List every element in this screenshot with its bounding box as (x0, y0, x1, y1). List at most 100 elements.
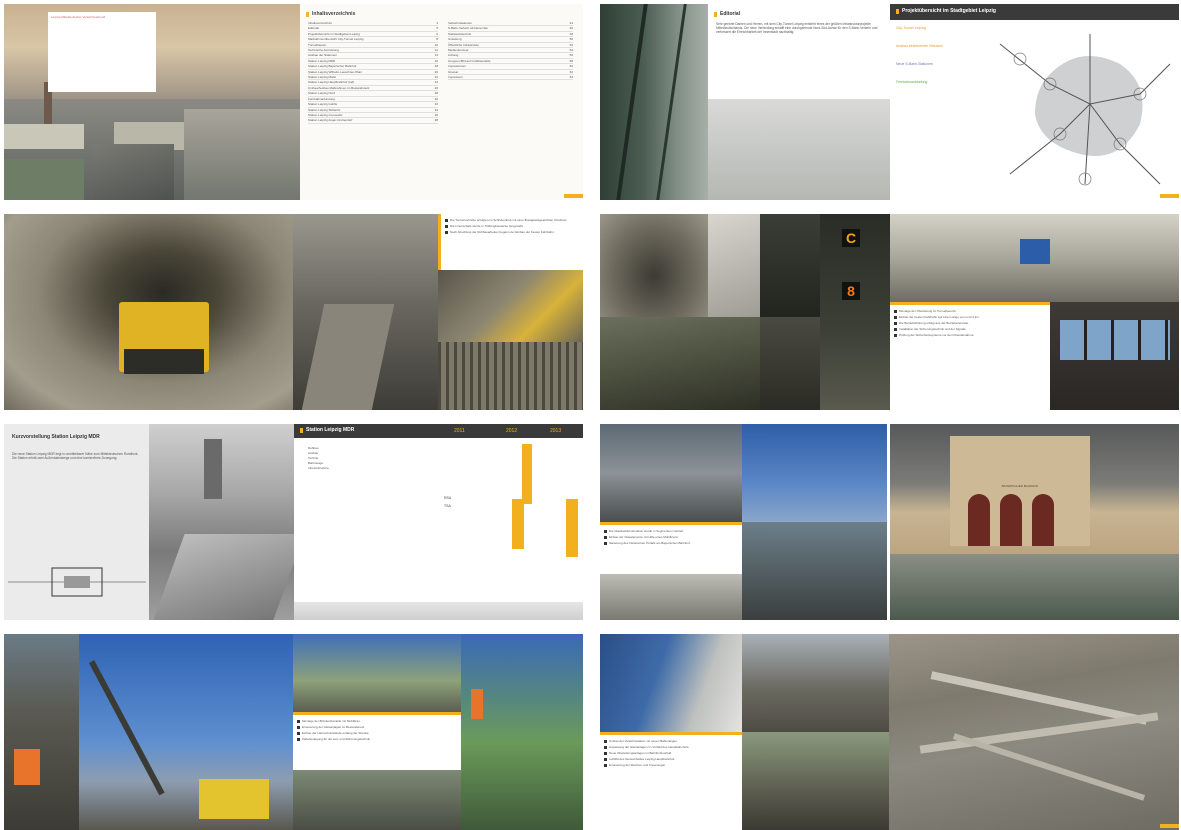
spread-bayerischer-bahnhof: Die Glasdachkonstruktion wurde in Segmen… (600, 424, 1179, 620)
legend-item: Neue S-Bahn-Stationen (896, 62, 933, 66)
yellow-formwork-photo (438, 270, 583, 342)
platform-photo (708, 99, 890, 200)
projekt-page: Projektübersicht im Stadtgebiet Leipzig … (890, 4, 1179, 200)
portal-inscription: BAYERISCHER BAHNHOF (1001, 484, 1039, 488)
crane-photo (79, 634, 293, 830)
timeline-bar (566, 499, 578, 557)
spread-station-mdr: Kurzvorstellung Station Leipzig MDR Die … (4, 424, 583, 620)
leipzig-city-aerial-photo: Leipzig Mitteldeutscher Verkehrsverbund (4, 4, 300, 200)
track-band (930, 671, 1148, 725)
toc-row[interactable]: Station Leipzig Anger-Crottendorf 38 (308, 118, 438, 124)
rail-yard-photo (742, 634, 889, 732)
spread-signal-technology: C 8 Montage der Oberleitung im Tunnelber… (600, 214, 1179, 410)
toc-left-column: Inhaltsverzeichnis 3 Editorial 5 Projektüb… (308, 21, 438, 124)
text-panel: Montage der Oberleitung im Tunnelbereich… (890, 302, 1050, 410)
bullet-item: Erneuerung der Weichen und Kreuzungen. (604, 763, 738, 767)
rail-tracks-photo (293, 770, 461, 830)
worker-vest (14, 749, 40, 785)
mdr-text-page: Kurzvorstellung Station Leipzig MDR Die … (4, 424, 149, 620)
control-room-photo (1050, 302, 1179, 410)
train-window-photo (600, 4, 708, 200)
portal-arch (968, 494, 990, 546)
bullet-item: Einbau der Festen Fahrbahn auf einer Län… (894, 315, 1046, 319)
bullet-item: Die Innenschale wurde in Tübbingbauweise… (445, 224, 582, 228)
text-panel: Die Glasdachkonstruktion wurde in Segmen… (600, 522, 742, 577)
bullet-item: Die Betriebsführung erfolgt aus der Betr… (894, 321, 1046, 325)
spread-station-aerial: Umbau der Verkehrsstation mit neuen Bahn… (600, 634, 1179, 830)
map-legend: City-Tunnel Leipzig Ausbau bestehender S… (896, 26, 986, 84)
legend-item: City-Tunnel Leipzig (896, 26, 926, 30)
bullet-item: Erneuerung der Gleisanlagen im Bestandsn… (297, 725, 457, 729)
rebar-photo (438, 342, 583, 410)
bullet-item: Umbau der Verkehrsstation mit neuen Bahn… (604, 739, 738, 743)
bullet-item: Neue Oberleitungsanlagen im Bahnhofsvorf… (604, 751, 738, 755)
bullet-item: Sanierung des historischen Portals am Ba… (604, 541, 738, 545)
editorial-body: Sehr geehrte Damen und Herren, mit dem C… (716, 22, 878, 35)
legend-item: Fernbahnanbindung (896, 80, 928, 84)
year-label: 2011 (454, 428, 465, 434)
toc-title: Inhaltsverzeichnis (312, 11, 356, 17)
workers-photo (4, 634, 79, 830)
bullet-item: Die Tunnelvortriebe erfolgten im Schildv… (445, 218, 582, 222)
glass-roof-construction-photo (600, 424, 742, 522)
timeline-bar (512, 499, 524, 549)
bullet-item: Kabelverlegung für die Leit- und Sicheru… (297, 737, 457, 741)
crane-truck (199, 779, 269, 819)
mdr-timeline-page: Station Leipzig MDR 2011 2012 2013 Rohba… (294, 424, 583, 620)
crane-boom (88, 660, 165, 796)
worker-vest (471, 689, 483, 719)
row-label: RSA (444, 496, 452, 500)
timeline-bar (522, 444, 532, 504)
spread-bridge-works: Montage der Brückenbauteile mit Mobilkra… (4, 634, 583, 830)
mdr-heading: Kurzvorstellung Station Leipzig MDR (12, 434, 100, 440)
text-panel: Umbau der Verkehrsstation mit neuen Bahn… (600, 732, 742, 830)
spread-editorial-map: Editorial Sehr geehrte Damen und Herren,… (600, 4, 1179, 200)
overlay-text: Leipzig Mitteldeutscher Verkehrsverbund (51, 15, 106, 19)
station-marker (1013, 52, 1027, 66)
cable-photo (708, 214, 760, 317)
catenary-photo (742, 732, 889, 830)
yellow-marker (306, 12, 309, 17)
text-panel: Die Tunnelvortriebe erfolgten im Schildv… (438, 214, 583, 270)
bullet-item: Einbau der Glaselemente mit Hilfe eines … (604, 535, 738, 539)
hall-interior-photo (600, 574, 742, 620)
section-core (64, 576, 90, 588)
toc-row[interactable]: Impressum 64 (448, 75, 573, 81)
toc-panel: Inhaltsverzeichnis Inhaltsverzeichnis 3 E… (300, 4, 583, 200)
track-laying-photo (600, 317, 760, 410)
bullet-item: Anpassung der Gleisanlagen im Vorfeld de… (604, 745, 738, 749)
bullet-item: Montage der Oberleitung im Tunnelbereich… (894, 309, 1046, 313)
toc-right-column: Verkehrsstationen 44 S-Bahn-Verkehr ab De… (448, 21, 573, 81)
yellow-marker (896, 9, 899, 14)
editorial-title: Editorial (720, 11, 741, 17)
signal-photo (760, 214, 820, 317)
page-corner-tab (564, 194, 583, 198)
portal-arch (1032, 494, 1054, 546)
bullet-item: Prüfung der Sicherheitssysteme vor der I… (894, 333, 1046, 337)
page-corner-tab (1160, 824, 1179, 828)
portal-arch (1000, 494, 1022, 546)
tunnel-truck-photo (4, 214, 293, 410)
spread-tunnel-construction: Die Tunnelvortriebe erfolgten im Schildv… (4, 214, 583, 410)
page-corner-tab (1160, 194, 1179, 198)
yellow-marker (300, 428, 303, 433)
aerial-rail-yard-photo (889, 634, 1179, 830)
text-panel: Montage der Brückenbauteile mit Mobilkra… (293, 712, 461, 773)
year-label: 2013 (550, 428, 562, 434)
bullet-item: Die Glasdachkonstruktion wurde in Segmen… (604, 529, 738, 533)
spread-table-of-contents: Leipzig Mitteldeutscher Verkehrsverbund … (4, 4, 583, 200)
truck-front (124, 349, 204, 374)
editorial-page: Editorial Sehr geehrte Damen und Herren,… (708, 4, 890, 200)
tunnel-machine-photo (600, 214, 708, 317)
timeline-item: Inbetriebnahme (308, 466, 329, 470)
station-cross-section (8, 567, 146, 597)
tunnel-track-photo (293, 214, 438, 410)
signal-mast-photo: C 8 (820, 214, 890, 410)
overlay-text-box: Leipzig Mitteldeutscher Verkehrsverbund (48, 12, 156, 92)
mdr-body: Die neue Station Leipzig MDR liegt in un… (12, 452, 139, 461)
signal-8-display: 8 (842, 282, 860, 300)
bayerischer-bahnhof-portal-photo: BAYERISCHER BAHNHOF (890, 424, 1179, 620)
signal-c-display: C (842, 229, 860, 247)
blue-sign (1020, 239, 1050, 264)
projekt-title: Projektübersicht im Stadtgebiet Leipzig (902, 8, 996, 14)
